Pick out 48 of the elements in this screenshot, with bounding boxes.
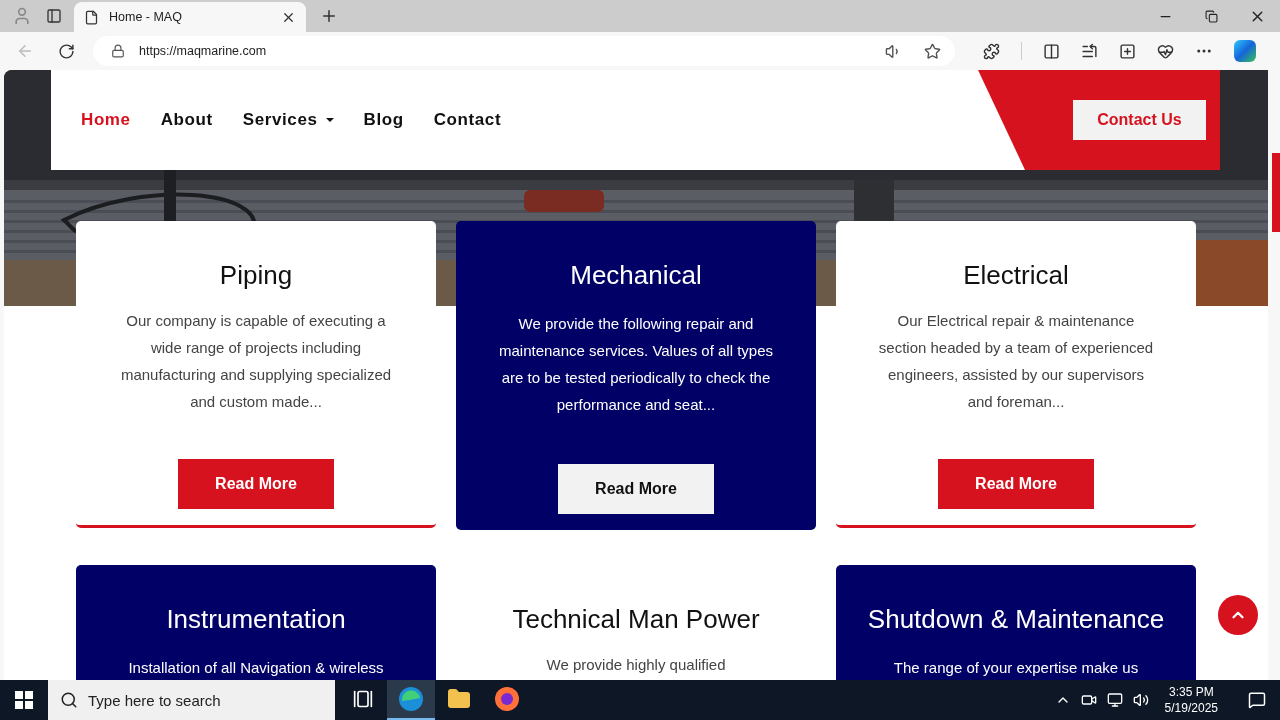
card-text: The range of your expertise make us <box>893 658 1139 678</box>
card-title: Shutdown & Maintenance <box>867 603 1165 635</box>
task-view-icon[interactable] <box>353 689 373 709</box>
clock-date: 5/19/2025 <box>1164 700 1218 716</box>
read-more-button[interactable]: Read More <box>558 464 714 514</box>
tab-actions-icon[interactable] <box>46 8 62 24</box>
folder-icon[interactable] <box>447 687 471 711</box>
card-text: We provide the following repair and maintenance services. Values of all types are to be tested periodically to check the performance and seat... <box>498 314 774 415</box>
reload-icon[interactable] <box>58 42 75 60</box>
card-text: Installation of all Navigation & wireless <box>128 658 384 678</box>
nav-link[interactable]: About <box>160 110 213 130</box>
taskbar-app[interactable] <box>387 680 435 720</box>
scroll-thumb[interactable] <box>1272 153 1280 232</box>
card-text: We provide highly qualified <box>546 655 726 675</box>
address-field[interactable]: https://maqmarine.com <box>93 36 955 66</box>
copilot-icon[interactable] <box>1234 40 1256 62</box>
card-text: Our company is capable of executing a wide range of projects including manufacturing and supplying specialized and custom made... <box>119 311 393 412</box>
split-screen-icon[interactable] <box>1043 42 1060 60</box>
card-title: Instrumentation <box>166 603 346 635</box>
card-title: Electrical <box>963 259 1069 291</box>
nav-link[interactable]: Blog <box>363 110 404 130</box>
page-icon <box>84 9 99 25</box>
heart-pulse-icon[interactable] <box>1157 42 1174 60</box>
collections-icon[interactable] <box>1119 42 1136 60</box>
nav-link[interactable]: Services <box>242 110 334 130</box>
camera-icon[interactable] <box>1080 692 1097 708</box>
clock-time: 3:35 PM <box>1168 684 1214 700</box>
read-more-button[interactable]: Read More <box>178 459 334 509</box>
contact-us-button[interactable]: Contact Us <box>1073 100 1206 140</box>
lock-icon <box>111 44 125 58</box>
nav-link[interactable]: Home <box>81 110 131 130</box>
star-icon[interactable] <box>924 42 941 60</box>
url-text: https://maqmarine.com <box>139 44 268 58</box>
network-icon[interactable] <box>1106 692 1123 708</box>
card-text: Our Electrical repair & maintenance section headed by a team of experienced engineers, assisted by our supervisors and foreman... <box>877 311 1155 412</box>
tab-title: Home - MAQ <box>109 10 183 24</box>
card-title: Mechanical <box>570 259 702 291</box>
taskbar-search-field[interactable]: Type here to search <box>48 680 335 720</box>
card-title: Piping <box>219 259 293 291</box>
search-icon <box>60 691 78 709</box>
nav-link[interactable]: Contact <box>433 110 502 130</box>
read-more-button[interactable]: Read More <box>938 459 1094 509</box>
browser-tab[interactable]: Home - MAQ <box>74 2 306 32</box>
puzzle-icon[interactable] <box>983 42 1000 60</box>
volume-icon[interactable] <box>1132 692 1149 708</box>
scroll-to-top-button[interactable] <box>1218 595 1258 635</box>
card-title: Technical Man Power <box>512 603 760 635</box>
favorites-icon[interactable] <box>1081 42 1098 60</box>
